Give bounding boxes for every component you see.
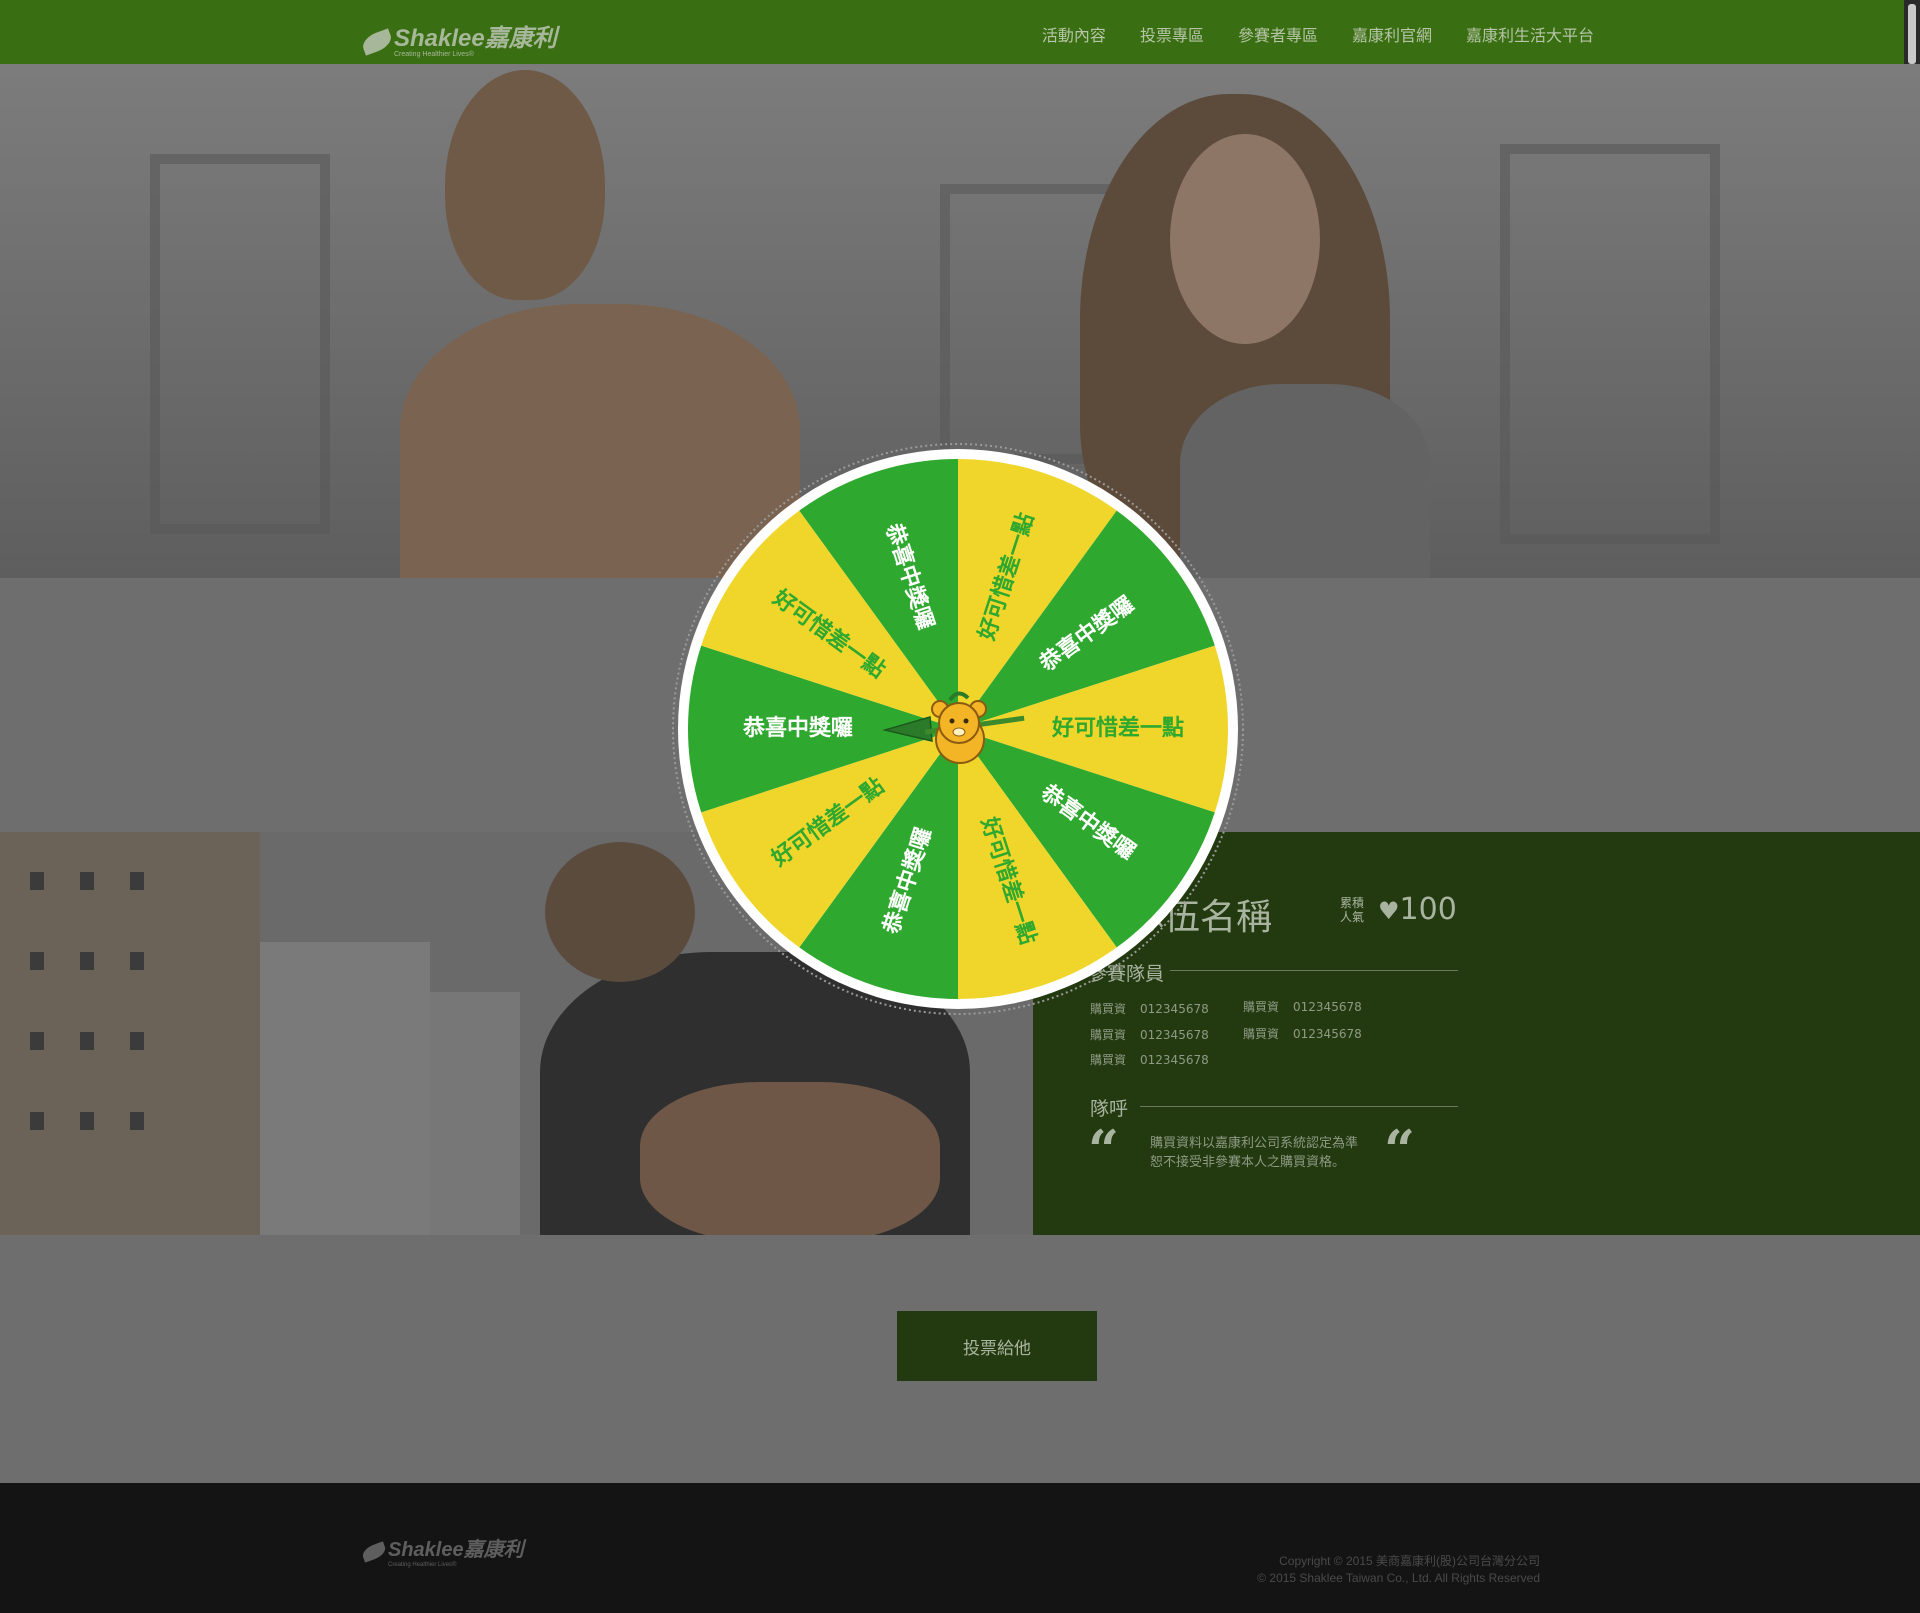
window [30, 1032, 44, 1050]
logo-wordmark: Shaklee嘉康利 [394, 25, 557, 52]
logo-tagline: Creating Healthier Lives® [394, 51, 474, 58]
scrollbar[interactable] [1904, 0, 1920, 70]
footer-logo-wordmark: Shaklee嘉康利 [388, 1539, 524, 1561]
nav-participants[interactable]: 參賽者專區 [1238, 22, 1318, 46]
leaf-logo-icon [359, 27, 395, 56]
female-athlete-face [1170, 134, 1320, 344]
building [430, 992, 520, 1235]
heart-icon: ♥ [1378, 897, 1400, 925]
scrollbar-thumb[interactable] [1908, 4, 1916, 64]
footer: Shaklee嘉康利 Creating Healthier Lives® Cop… [0, 1483, 1920, 1613]
runner-arm [640, 1082, 940, 1235]
popularity-value: ♥100 [1378, 892, 1457, 927]
vote-button[interactable]: 投票給他 [897, 1311, 1097, 1381]
footer-logo[interactable]: Shaklee嘉康利 Creating Healthier Lives® [360, 1533, 524, 1568]
popularity-label: 累積 人氣 [1340, 896, 1365, 924]
member-item: 購買資 012345678 [1090, 1053, 1209, 1067]
window [30, 872, 44, 890]
gym-window [1500, 144, 1720, 544]
main-nav: 活動內容 投票專區 參賽者專區 嘉康利官網 嘉康利生活大平台 [1042, 22, 1594, 46]
window [80, 872, 94, 890]
window [80, 952, 94, 970]
leaf-logo-icon [360, 1540, 388, 1563]
window [130, 952, 144, 970]
wheel-segment-label: 好可惜差一點 [1051, 715, 1184, 741]
window [130, 1032, 144, 1050]
window [30, 1112, 44, 1130]
open-quote-icon: “ [1088, 1118, 1120, 1182]
window [80, 1032, 94, 1050]
window [80, 1112, 94, 1130]
member-item: 購買資 012345678 [1090, 1028, 1209, 1042]
footer-logo-tagline: Creating Healthier Lives® [388, 1562, 457, 1568]
nav-activity[interactable]: 活動內容 [1042, 22, 1106, 46]
building [260, 942, 430, 1235]
nav-life-platform[interactable]: 嘉康利生活大平台 [1466, 22, 1594, 46]
prize-wheel[interactable]: 好可惜差一點 恭喜中獎囉 好可惜差一點 恭喜中獎囉 好可惜差一點 恭喜中獎囉 好可惜差一點恭… [670, 441, 1246, 1017]
slogan-text: 購買資料以嘉康利公司系統認定為準 恕不接受非參賽本人之購買資格。 [1150, 1136, 1359, 1170]
window [130, 872, 144, 890]
member-item: 購買資 012345678 [1243, 1027, 1362, 1041]
slogan-title: 隊呼 [1090, 1098, 1129, 1120]
window [30, 952, 44, 970]
close-quote-icon: “ [1384, 1118, 1416, 1182]
shaklee-logo[interactable]: Shaklee嘉康利 Creating Healthier Lives® [359, 18, 557, 58]
male-athlete-head [445, 70, 605, 300]
wheel-graphic: 好可惜差一點恭喜中獎囉好可惜差一點恭喜中獎囉好可惜差一點恭喜中獎囉好可惜差一點恭… [672, 443, 1244, 1015]
wheel-segment-label: 恭喜中獎囉 [742, 715, 853, 741]
member-item: 購買資 012345678 [1243, 1000, 1362, 1014]
copyright: Copyright © 2015 美商嘉康利(股)公司台灣分公司 © 2015 … [1257, 1554, 1540, 1585]
nav-official-site[interactable]: 嘉康利官網 [1352, 22, 1432, 46]
nav-voting[interactable]: 投票專區 [1140, 22, 1204, 46]
window [130, 1112, 144, 1130]
gym-window [150, 154, 330, 534]
top-navigation-bar: Shaklee嘉康利 Creating Healthier Lives® 活動內… [0, 0, 1920, 64]
divider [1140, 1106, 1458, 1107]
